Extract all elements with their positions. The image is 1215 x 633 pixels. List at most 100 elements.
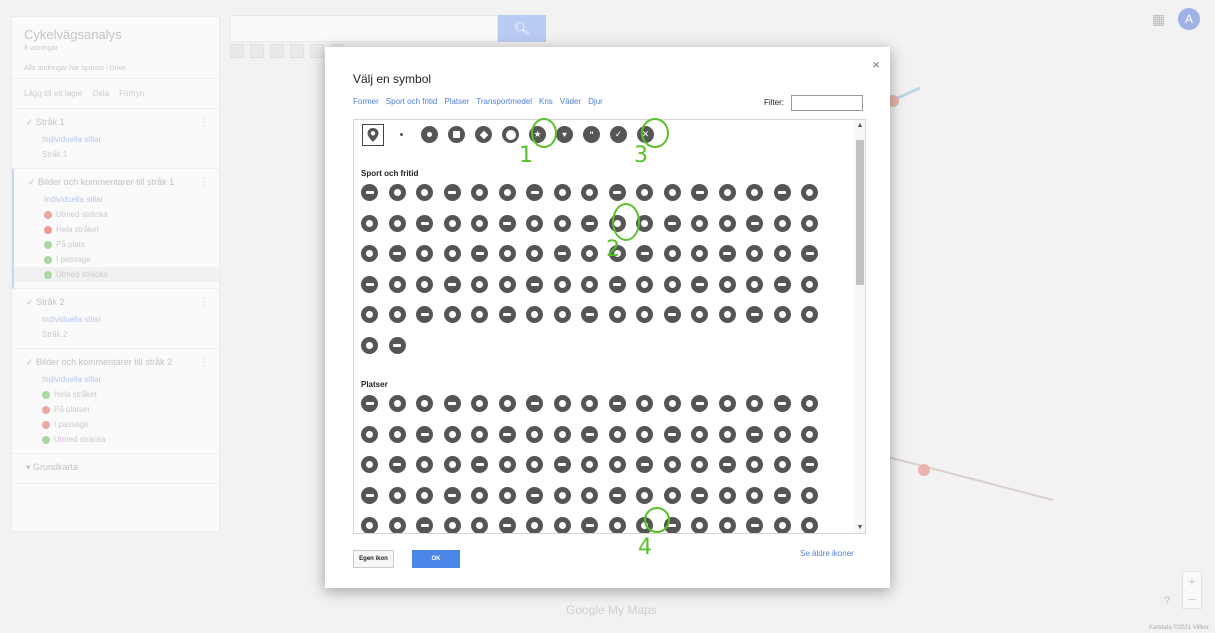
layer-item[interactable]: På plats [14,237,219,252]
avatar[interactable]: A [1178,8,1200,30]
marker-icon[interactable] [290,44,304,58]
sport-symbol-icon[interactable] [801,245,818,262]
scroll-up-icon[interactable]: ▲ [854,122,865,129]
sport-symbol-icon[interactable] [718,245,736,262]
place-symbol-icon[interactable] [471,517,488,533]
layer-comments-1[interactable]: ✓ Bilder och kommentarer till stråk 1 ⋮ … [12,169,219,289]
place-symbol-icon[interactable] [498,425,516,443]
sport-symbol-icon[interactable] [663,214,681,232]
place-symbol-icon[interactable] [388,456,406,473]
sport-symbol-icon[interactable] [361,214,378,232]
line-icon[interactable] [310,44,324,58]
place-symbol-icon[interactable] [663,395,681,412]
sport-symbol-icon[interactable] [416,275,433,293]
sport-symbol-icon[interactable] [746,245,763,262]
layer-strak-2[interactable]: ✓ Stråk 2 ⋮ Individuella stilar Stråk 2 [12,289,219,349]
sport-symbol-icon[interactable] [718,306,736,323]
layer-style-link[interactable]: Individuella stilar [14,192,219,207]
sport-symbol-icon[interactable] [773,214,791,232]
sport-symbol-icon[interactable] [388,245,406,262]
own-icon-button[interactable]: Egen ikon [353,550,394,568]
sport-symbol-icon[interactable] [581,306,598,323]
sport-symbol-icon[interactable] [691,306,708,323]
place-symbol-icon[interactable] [443,456,461,473]
sport-symbol-icon[interactable] [388,306,406,323]
place-symbol-icon[interactable] [553,395,571,412]
sport-symbol-icon[interactable] [498,184,516,201]
place-symbol-icon[interactable] [663,425,681,443]
tab-vader[interactable]: Väder [560,97,581,106]
filter-input[interactable] [791,95,863,111]
filled-circle-icon[interactable] [421,126,438,143]
layer-title[interactable]: ✓ Stråk 2 [12,297,219,312]
place-symbol-icon[interactable] [773,517,791,533]
sport-symbol-icon[interactable] [498,306,516,323]
sport-symbol-icon[interactable] [416,306,433,323]
place-symbol-icon[interactable] [746,486,763,504]
place-symbol-icon[interactable] [388,486,406,504]
sport-symbol-icon[interactable] [553,184,571,201]
sport-symbol-icon[interactable] [526,214,543,232]
sport-symbol-icon[interactable] [416,184,433,201]
sport-symbol-icon[interactable] [636,184,653,201]
sport-symbol-icon[interactable] [471,275,488,293]
layer-menu-icon[interactable]: ⋮ [199,297,209,308]
place-symbol-icon[interactable] [361,425,378,443]
place-symbol-icon[interactable] [663,456,681,473]
place-symbol-icon[interactable] [636,456,653,473]
sport-symbol-icon[interactable] [773,184,791,201]
sport-symbol-icon[interactable] [581,214,598,232]
sport-symbol-icon[interactable] [526,275,543,293]
place-symbol-icon[interactable] [773,486,791,504]
tab-transport[interactable]: Transportmedel [476,97,532,106]
sport-symbol-icon[interactable] [471,245,488,262]
place-symbol-icon[interactable] [801,425,818,443]
sport-symbol-icon[interactable] [691,245,708,262]
place-symbol-icon[interactable] [471,425,488,443]
place-symbol-icon[interactable] [773,395,791,412]
sport-symbol-icon[interactable] [691,275,708,293]
place-symbol-icon[interactable] [388,517,406,533]
place-symbol-icon[interactable] [416,425,433,443]
sport-symbol-icon[interactable] [746,275,763,293]
sport-symbol-icon[interactable] [553,214,571,232]
place-symbol-icon[interactable] [498,395,516,412]
layer-menu-icon[interactable]: ⋮ [199,117,209,128]
layer-basemap[interactable]: ▾ Grundkarta [12,454,219,484]
place-symbol-icon[interactable] [498,456,516,473]
hand-icon[interactable] [270,44,284,58]
place-symbol-icon[interactable] [471,486,488,504]
place-symbol-icon[interactable] [388,395,406,412]
place-symbol-icon[interactable] [361,486,378,504]
sport-symbol-icon[interactable] [801,275,818,293]
layer-title[interactable]: ✓ Stråk 1 [12,117,219,132]
place-symbol-icon[interactable] [581,425,598,443]
sport-symbol-icon[interactable] [581,275,598,293]
sport-symbol-icon[interactable] [691,184,708,201]
diamond-icon[interactable] [475,126,492,143]
place-symbol-icon[interactable] [636,486,653,504]
map-search-input[interactable] [230,15,498,42]
place-symbol-icon[interactable] [526,517,543,533]
sport-symbol-icon[interactable] [801,214,818,232]
place-symbol-icon[interactable] [553,517,571,533]
sport-symbol-icon[interactable] [746,184,763,201]
layer-style-link[interactable]: Individuella stilar [12,312,219,327]
place-symbol-icon[interactable] [691,456,708,473]
undo-icon[interactable] [230,44,244,58]
sport-symbol-icon[interactable] [608,184,626,201]
place-symbol-icon[interactable] [498,486,516,504]
sport-symbol-icon[interactable] [581,184,598,201]
place-symbol-icon[interactable] [361,456,378,473]
sport-symbol-icon[interactable] [388,336,406,354]
sport-symbol-icon[interactable] [471,214,488,232]
checkmark-icon[interactable]: ✓ [610,126,627,143]
sport-symbol-icon[interactable] [718,184,736,201]
sport-symbol-icon[interactable] [746,306,763,323]
sport-symbol-icon[interactable] [773,306,791,323]
layer-strak-1[interactable]: ✓ Stråk 1 ⋮ Individuella stilar Stråk 1 [12,109,219,169]
place-symbol-icon[interactable] [746,456,763,473]
sport-symbol-icon[interactable] [691,214,708,232]
place-symbol-icon[interactable] [416,395,433,412]
sport-symbol-icon[interactable] [361,245,378,262]
